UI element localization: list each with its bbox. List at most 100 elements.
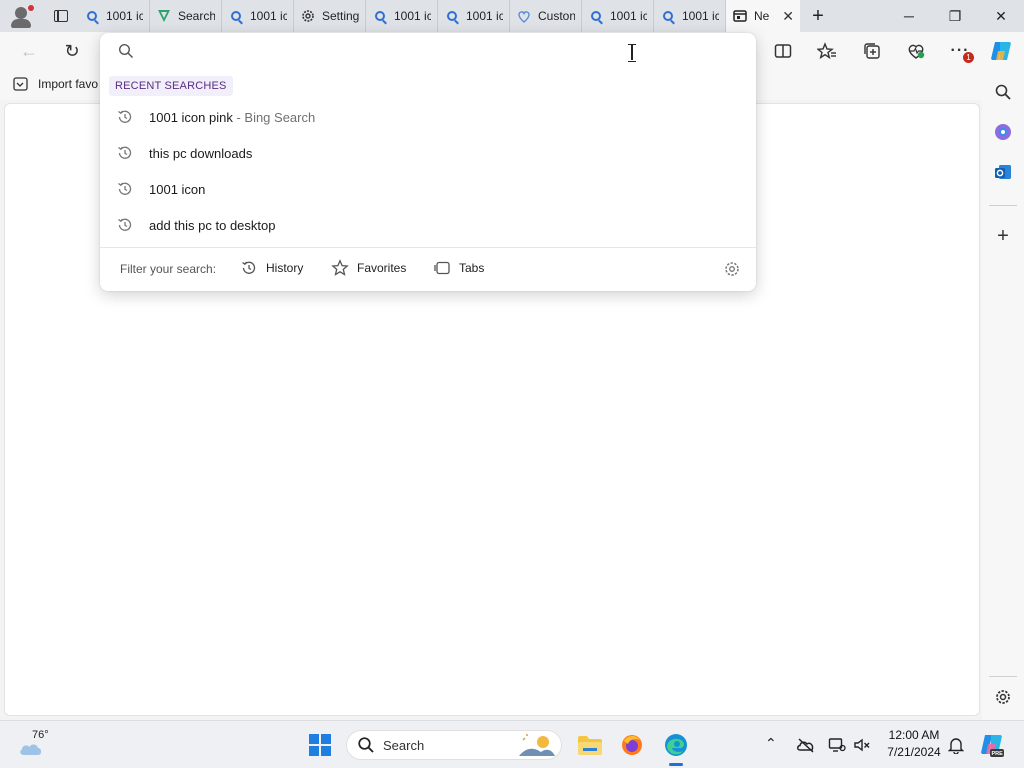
- settings-and-more-button[interactable]: ··· 1: [945, 37, 975, 65]
- filter-favorites-label: Favorites: [357, 261, 407, 275]
- tab-5[interactable]: 1001 ic: [366, 0, 438, 32]
- tab-title: 1001 ic: [106, 9, 143, 23]
- heart-pulse-icon: [908, 44, 925, 59]
- address-input[interactable]: [144, 39, 744, 65]
- recent-search-text: this pc downloads: [149, 145, 253, 161]
- tab-title: Ne: [754, 9, 770, 23]
- back-button[interactable]: ←: [14, 37, 44, 65]
- taskbar-search-box[interactable]: Search: [346, 730, 562, 760]
- recent-search-item[interactable]: this pc downloads: [100, 135, 756, 171]
- search-settings-button[interactable]: [723, 260, 741, 281]
- search-tab-icon: [156, 8, 172, 24]
- tab-title: 1001 ic: [394, 9, 431, 23]
- tab-1[interactable]: 1001 ic: [78, 0, 150, 32]
- new-tab-button[interactable]: +: [800, 0, 836, 32]
- tab-7[interactable]: Custon: [510, 0, 582, 32]
- folder-icon: [578, 736, 602, 755]
- search-icon: [660, 8, 676, 24]
- monitor-network-icon: [828, 738, 846, 752]
- sidebar-search-button[interactable]: [990, 79, 1016, 105]
- sidebar-divider: [989, 205, 1017, 206]
- filter-history-button[interactable]: History: [240, 259, 303, 277]
- firefox-icon: [622, 735, 642, 755]
- favorites-button[interactable]: [812, 37, 842, 65]
- copilot-app-icon: [995, 124, 1011, 140]
- edge-icon: [665, 734, 687, 756]
- gear-icon: [996, 690, 1010, 704]
- shield-heart-icon: [516, 8, 532, 24]
- tab-title: 1001 ic: [250, 9, 287, 23]
- refresh-button[interactable]: ↻: [57, 37, 87, 65]
- copilot-button[interactable]: [986, 37, 1016, 65]
- file-explorer-taskbar-button[interactable]: [576, 731, 604, 759]
- recent-search-item[interactable]: 1001 icon pink - Bing Search: [100, 99, 756, 135]
- search-icon: [444, 8, 460, 24]
- copilot-taskbar-button[interactable]: PRE: [978, 731, 1006, 759]
- windows-taskbar: 76° Search ⌃ 12:00 AM 7/21/2024 PRE: [0, 720, 1024, 768]
- tab-6[interactable]: 1001 ic: [438, 0, 510, 32]
- firefox-taskbar-button[interactable]: [618, 731, 646, 759]
- tab-9[interactable]: 1001 ic: [654, 0, 726, 32]
- tab-title: 1001 ic: [610, 9, 647, 23]
- profile-avatar-icon: [15, 7, 27, 19]
- bell-icon: [947, 738, 965, 755]
- taskbar-search-label: Search: [383, 737, 425, 753]
- favorites-star-icon: [817, 42, 836, 60]
- clock-button[interactable]: 12:00 AM 7/21/2024: [882, 727, 946, 761]
- start-button[interactable]: [309, 734, 331, 756]
- weather-widget[interactable]: 76°: [18, 727, 58, 761]
- search-highlight-icon: [519, 734, 555, 756]
- history-icon: [118, 218, 132, 231]
- minimize-button[interactable]: ─: [886, 0, 932, 32]
- sidebar-settings-button[interactable]: [990, 684, 1016, 710]
- tab-title: 1001 ic: [682, 9, 719, 23]
- volume-button[interactable]: [853, 737, 871, 756]
- gear-icon: [725, 262, 739, 276]
- onedrive-offline-button[interactable]: [796, 737, 816, 756]
- filter-history-label: History: [266, 261, 304, 275]
- sidebar-outlook-button[interactable]: [990, 159, 1016, 185]
- collections-icon: [864, 43, 880, 59]
- network-button[interactable]: [828, 737, 846, 756]
- close-window-button[interactable]: ✕: [978, 0, 1024, 32]
- restore-button[interactable]: ❐: [932, 0, 978, 32]
- sidebar-copilot-app-button[interactable]: [990, 119, 1016, 145]
- window-controls: ─ ❐ ✕: [886, 0, 1024, 32]
- recent-search-text: 1001 icon: [149, 181, 206, 197]
- notifications-button[interactable]: [947, 736, 965, 757]
- notification-badge: 1: [963, 52, 974, 63]
- recent-search-item[interactable]: 1001 icon: [100, 171, 756, 207]
- edge-taskbar-button[interactable]: [662, 731, 690, 759]
- filter-favorites-button[interactable]: Favorites: [331, 259, 406, 277]
- browser-essentials-button[interactable]: [901, 37, 931, 65]
- sidebar-add-button[interactable]: +: [990, 223, 1016, 249]
- profile-button[interactable]: [0, 0, 44, 32]
- search-icon: [228, 8, 244, 24]
- tab-8[interactable]: 1001 ic: [582, 0, 654, 32]
- search-icon: [358, 737, 374, 753]
- split-screen-button[interactable]: [768, 37, 798, 65]
- tab-title: Custon: [538, 9, 575, 23]
- history-icon: [242, 261, 256, 274]
- recent-search-item[interactable]: add this pc to desktop: [100, 207, 756, 243]
- show-hidden-icons-button[interactable]: ⌃: [765, 735, 777, 752]
- tab-strip: 1001 ic Search 1001 ic Setting 1001 ic 1…: [0, 0, 1024, 32]
- weather-temperature: 76°: [32, 729, 49, 741]
- tab-actions-icon: [54, 10, 68, 22]
- search-icon: [84, 8, 100, 24]
- sidebar-divider: [989, 676, 1017, 677]
- address-bar-dropdown: RECENT SEARCHES 1001 icon pink - Bing Se…: [100, 33, 756, 291]
- tab-2[interactable]: Search: [150, 0, 222, 32]
- import-favorites-link[interactable]: Import favo: [12, 76, 98, 92]
- filter-tabs-button[interactable]: Tabs: [433, 259, 484, 277]
- close-tab-icon[interactable]: ✕: [778, 8, 794, 25]
- import-favorites-icon: [13, 77, 28, 91]
- tab-4[interactable]: Setting: [294, 0, 366, 32]
- history-icon: [118, 146, 132, 159]
- tab-active-new-tab[interactable]: Ne ✕: [726, 0, 800, 32]
- collections-button[interactable]: [857, 37, 887, 65]
- tab-3[interactable]: 1001 ic: [222, 0, 294, 32]
- star-icon: [331, 259, 349, 276]
- copilot-pre-icon: PRE: [981, 735, 1004, 757]
- tab-actions-button[interactable]: [44, 0, 78, 32]
